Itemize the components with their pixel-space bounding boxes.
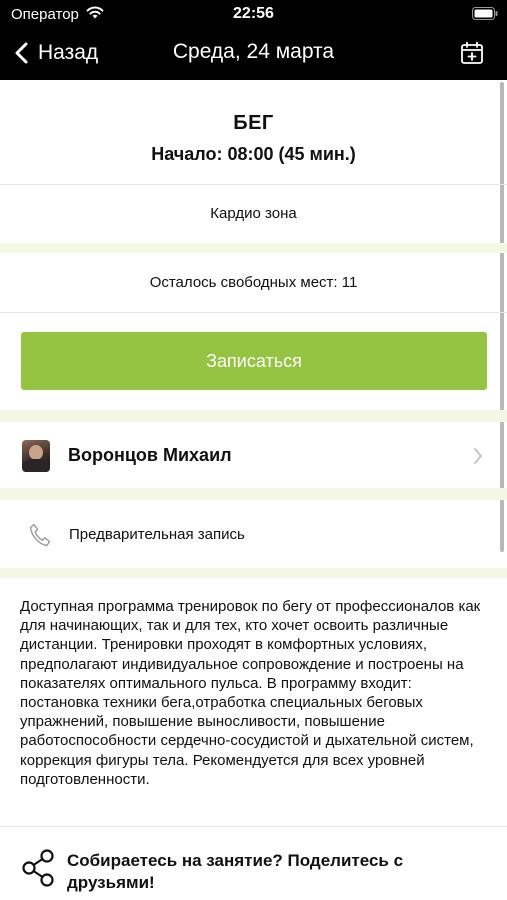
trainer-row[interactable]: Воронцов Михаил: [0, 424, 507, 488]
class-start-time: Начало: 08:00 (45 мин.): [151, 144, 356, 164]
class-name: БЕГ: [233, 112, 274, 134]
divider: [0, 184, 507, 185]
section-divider: [0, 243, 507, 253]
share-icon: [22, 849, 54, 887]
trainer-name: Воронцов Михаил: [68, 445, 232, 465]
booking-label: Предварительная запись: [69, 526, 245, 543]
section-divider: [0, 488, 507, 500]
trainer-avatar: [22, 440, 50, 472]
share-row[interactable]: Собираетесь на занятие? Поделитесь с дру…: [0, 840, 507, 900]
divider: [0, 826, 507, 827]
chevron-right-icon: [474, 448, 482, 464]
phone-icon: [29, 523, 51, 547]
signup-button[interactable]: Записаться: [21, 332, 487, 390]
status-time: 22:56: [233, 5, 274, 22]
section-divider: [0, 410, 507, 422]
class-description: Доступная программа тренировок по бегу о…: [20, 598, 481, 788]
battery-icon: [472, 7, 498, 20]
status-bar: Оператор 22:56: [0, 0, 507, 28]
free-places: Осталось свободных мест: 11: [149, 274, 358, 291]
share-text: Собираетесь на занятие? Поделитесь с дру…: [67, 851, 404, 892]
page-title: Среда, 24 марта: [172, 40, 335, 63]
navigation-bar: Назад Среда, 24 марта: [0, 30, 507, 78]
section-divider: [0, 568, 507, 578]
class-zone: Кардио зона: [210, 205, 297, 222]
calendar-add-icon[interactable]: [459, 40, 485, 66]
class-header: БЕГ Начало: 08:00 (45 мин.): [0, 80, 507, 184]
booking-row: Предварительная запись: [0, 502, 507, 568]
class-details[interactable]: БЕГ Начало: 08:00 (45 мин.) Кардио зона …: [0, 80, 507, 900]
divider: [0, 312, 507, 313]
top-header: Оператор 22:56 Назад Среда, 24 марта: [0, 0, 507, 80]
